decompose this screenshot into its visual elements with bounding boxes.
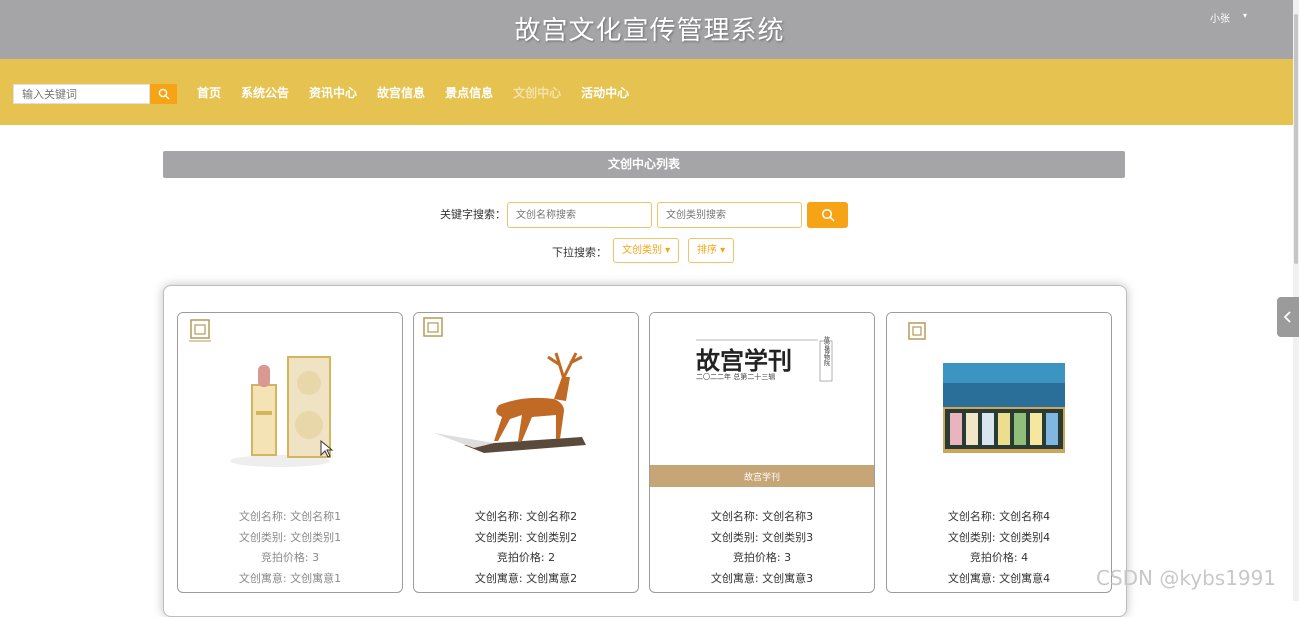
product-image bbox=[887, 313, 1111, 487]
nav-item-announcements[interactable]: 系统公告 bbox=[241, 84, 289, 102]
filter-search-button[interactable] bbox=[807, 202, 848, 228]
product-details: 文创名称: 文创名称2 文创类别: 文创类别2 竞拍价格: 2 文创寓意: 文创… bbox=[414, 507, 638, 589]
search-input[interactable] bbox=[13, 84, 150, 104]
product-name: 文创名称: 文创名称2 bbox=[474, 510, 578, 523]
search-button[interactable] bbox=[150, 84, 177, 104]
product-card[interactable]: 文创名称: 文创名称2 文创类别: 文创类别2 竞拍价格: 2 文创寓意: 文创… bbox=[413, 312, 639, 593]
product-category: 文创类别: 文创类别2 bbox=[474, 530, 578, 544]
gift-box-image bbox=[908, 322, 1065, 453]
category-dropdown[interactable]: 文创类别 ▾ bbox=[613, 238, 680, 263]
product-name: 文创名称: 文创名称1 bbox=[238, 510, 342, 523]
nav-item-creative-center[interactable]: 文创中心 bbox=[513, 84, 561, 102]
chevron-down-icon[interactable]: ▾ bbox=[1243, 11, 1247, 20]
product-details: 文创名称: 文创名称1 文创类别: 文创类别1 竞拍价格: 3 文创寓意: 文创… bbox=[178, 507, 402, 589]
chevron-left-icon bbox=[1283, 311, 1291, 323]
search-icon bbox=[158, 88, 169, 100]
user-menu[interactable]: 小张 bbox=[1210, 10, 1230, 25]
nav-item-activities[interactable]: 活动中心 bbox=[581, 84, 629, 102]
product-details: 文创名称: 文创名称4 文创类别: 文创类别4 竞拍价格: 4 文创寓意: 文创… bbox=[887, 507, 1111, 589]
product-image: 故宫学刊 二〇二二年 总第二十三辑 故宫博物院 故宫学刊 bbox=[650, 313, 874, 487]
product-price: 竞拍价格: 4 bbox=[969, 551, 1029, 564]
museum-logo-icon bbox=[423, 317, 443, 337]
nav-item-home[interactable]: 首页 bbox=[197, 84, 221, 102]
product-price: 竞拍价格: 3 bbox=[732, 551, 792, 564]
search-icon bbox=[821, 208, 835, 222]
museum-logo-icon bbox=[908, 322, 926, 340]
product-meaning: 文创寓意: 文创寓意1 bbox=[238, 571, 342, 585]
product-card[interactable]: 文创名称: 文创名称4 文创类别: 文创类别4 竞拍价格: 4 文创寓意: 文创… bbox=[886, 312, 1112, 593]
product-price: 竞拍价格: 3 bbox=[260, 551, 320, 564]
nav-item-palace-info[interactable]: 故宫信息 bbox=[377, 84, 425, 102]
product-meaning: 文创寓意: 文创寓意2 bbox=[474, 571, 578, 585]
nav-item-news[interactable]: 资讯中心 bbox=[309, 84, 357, 102]
sort-dropdown[interactable]: 排序 ▾ bbox=[688, 238, 735, 263]
sidebar-toggle-button[interactable] bbox=[1277, 297, 1299, 337]
museum-logo-icon bbox=[189, 319, 211, 342]
product-card[interactable]: 文创名称: 文创名称1 文创类别: 文创类别1 竞拍价格: 3 文创寓意: 文创… bbox=[177, 312, 403, 593]
product-category: 文创类别: 文创类别1 bbox=[238, 530, 342, 544]
product-price: 竞拍价格: 2 bbox=[496, 551, 556, 564]
scrollbar-thumb[interactable] bbox=[1294, 14, 1298, 264]
magazine-side-text: 故宫博物院 bbox=[823, 335, 830, 367]
product-image bbox=[414, 313, 638, 487]
keyword-search-label: 关键字搜索： bbox=[440, 208, 506, 221]
product-card[interactable]: 故宫学刊 二〇二二年 总第二十三辑 故宫博物院 故宫学刊 文创名称: 文创名称3… bbox=[649, 312, 875, 593]
product-meaning: 文创寓意: 文创寓意4 bbox=[947, 571, 1051, 585]
dropdown-search-label: 下拉搜索： bbox=[552, 246, 607, 259]
magazine-title: 故宫学刊 bbox=[696, 346, 792, 375]
site-title: 故宫文化宣传管理系统 bbox=[514, 16, 785, 46]
product-name: 文创名称: 文创名称4 bbox=[947, 510, 1051, 523]
section-title: 文创中心列表 bbox=[163, 151, 1125, 178]
nav-bar bbox=[0, 59, 1299, 125]
magazine-banner: 故宫学刊 bbox=[744, 471, 780, 483]
nav-links: 首页 系统公告 资讯中心 故宫信息 景点信息 文创中心 活动中心 bbox=[197, 84, 649, 102]
product-category-search-input[interactable] bbox=[657, 202, 802, 228]
product-meaning: 文创寓意: 文创寓意3 bbox=[710, 571, 814, 585]
product-name: 文创名称: 文创名称3 bbox=[710, 510, 814, 523]
magazine-subtitle: 二〇二二年 总第二十三辑 bbox=[696, 372, 775, 381]
product-name-search-input[interactable] bbox=[507, 202, 652, 228]
product-category: 文创类别: 文创类别3 bbox=[710, 530, 814, 544]
product-image bbox=[178, 313, 402, 487]
product-category: 文创类别: 文创类别4 bbox=[947, 530, 1051, 544]
deer-sculpture-image bbox=[423, 317, 586, 453]
lipstick-image bbox=[189, 319, 334, 467]
nav-item-attractions[interactable]: 景点信息 bbox=[445, 84, 493, 102]
magazine-cover-image: 故宫学刊 二〇二二年 总第二十三辑 故宫博物院 故宫学刊 bbox=[650, 313, 874, 487]
watermark: CSDN @kybs1991 bbox=[1096, 566, 1277, 590]
product-details: 文创名称: 文创名称3 文创类别: 文创类别3 竞拍价格: 3 文创寓意: 文创… bbox=[650, 507, 874, 589]
